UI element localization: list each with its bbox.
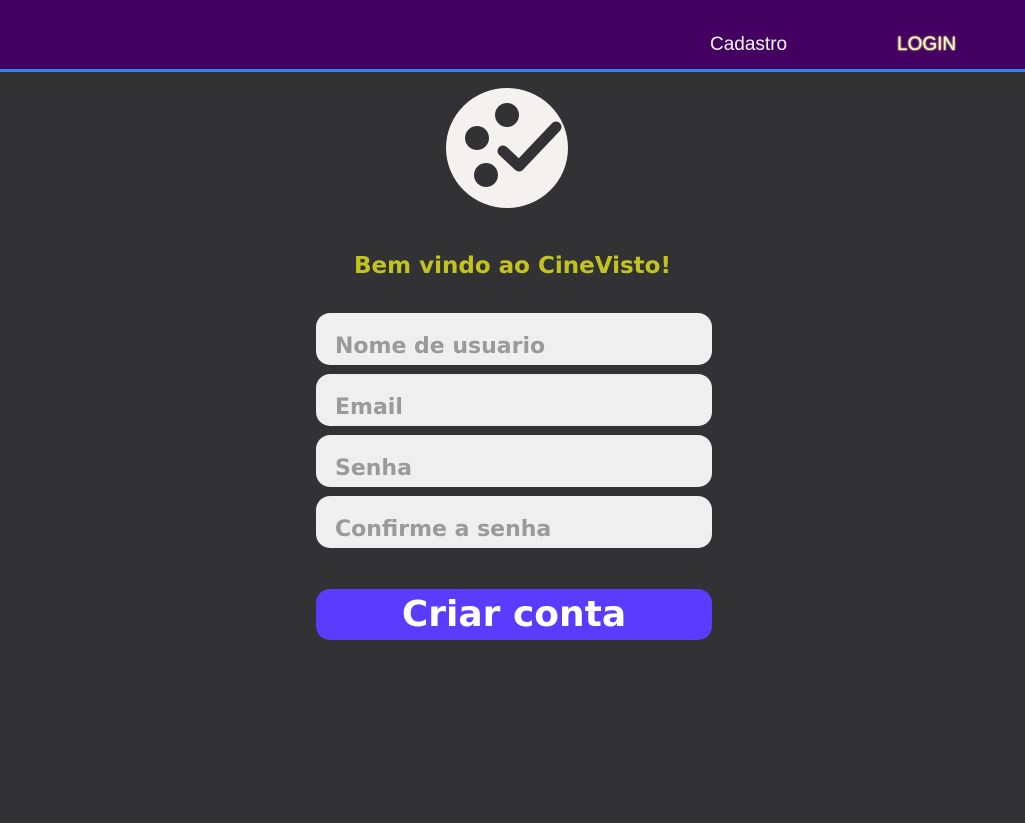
nav-cadastro-link[interactable]: Cadastro [710,34,787,56]
top-navbar: Cadastro LOGIN [0,0,1025,72]
nav-login-link[interactable]: LOGIN [897,34,956,56]
create-account-button[interactable]: Criar conta [316,589,712,640]
username-field[interactable] [316,313,712,365]
confirm-password-field[interactable] [316,496,712,548]
cinevisto-logo-icon [445,87,569,209]
email-field[interactable] [316,374,712,426]
welcome-heading: Bem vindo ao CineVisto! [354,253,671,279]
password-field[interactable] [316,435,712,487]
